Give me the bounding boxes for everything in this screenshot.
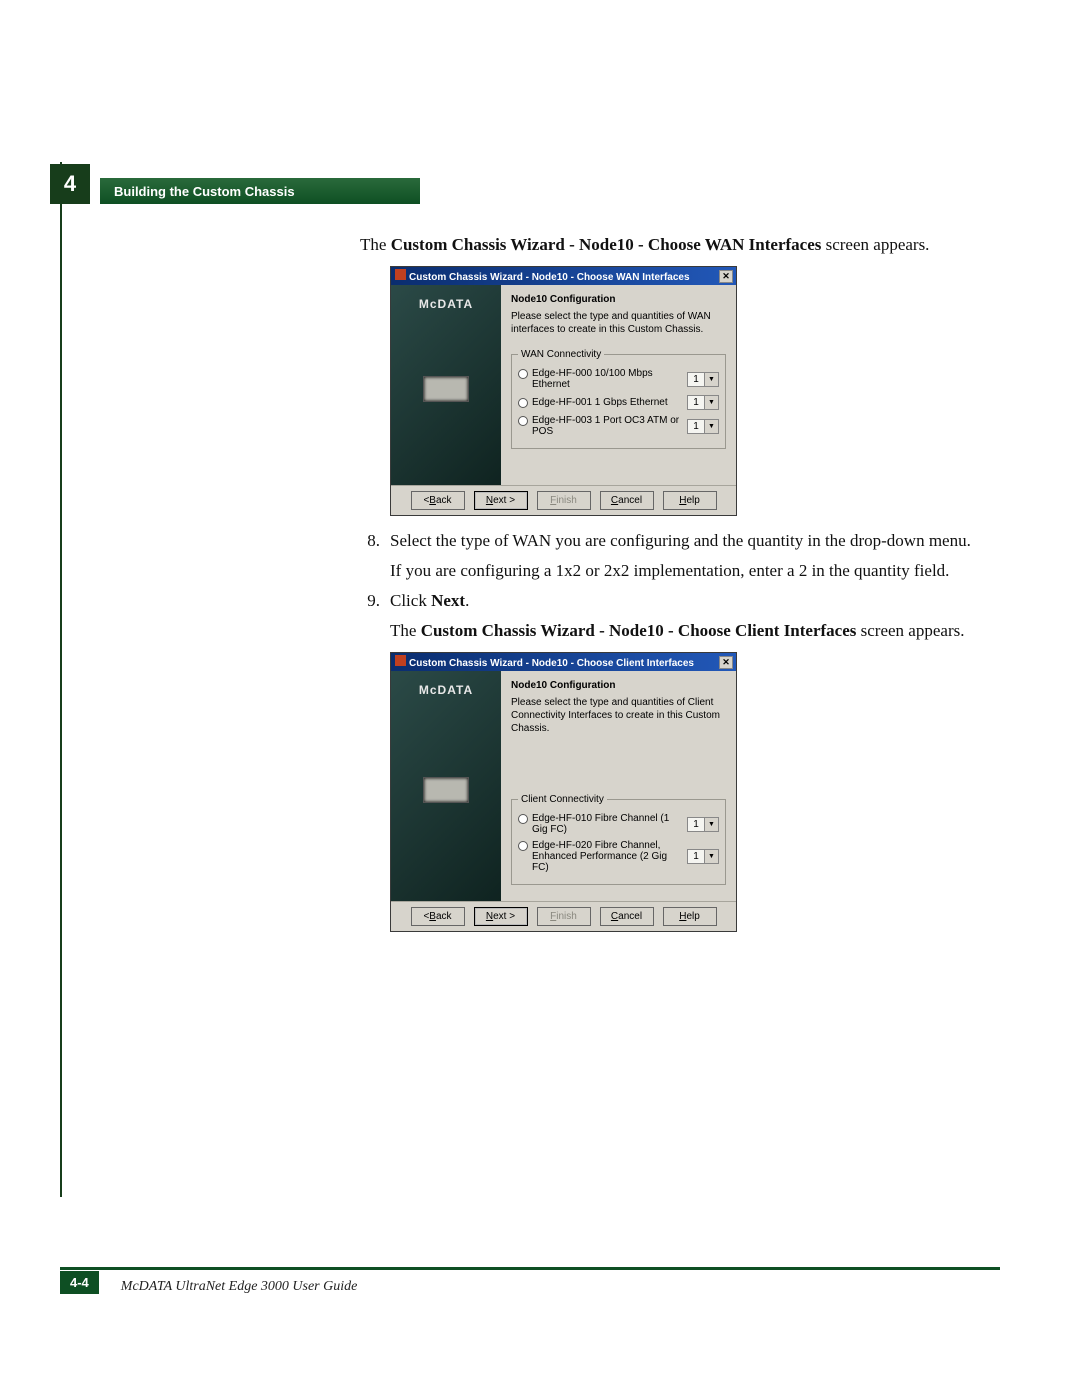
margin-rule xyxy=(60,162,62,1197)
wizard-main: Node10 Configuration Please select the t… xyxy=(501,285,736,485)
back-button[interactable]: < Back xyxy=(411,491,465,510)
fieldset-legend: Client Connectivity xyxy=(518,793,607,806)
option-label: Edge-HF-003 1 Port OC3 ATM or POS xyxy=(532,415,681,437)
step-number: 9. xyxy=(360,590,380,612)
wizard-sidebar: McDATA xyxy=(391,671,501,901)
fieldset-legend: WAN Connectivity xyxy=(518,348,604,361)
radio-button[interactable] xyxy=(518,814,528,824)
text: The xyxy=(360,235,391,254)
step-8: 8. Select the type of WAN you are config… xyxy=(360,530,1000,552)
wizard-main: Node10 Configuration Please select the t… xyxy=(501,671,736,901)
wizard-heading: Node10 Configuration xyxy=(511,293,726,306)
intro-paragraph: The Custom Chassis Wizard - Node10 - Cho… xyxy=(360,234,1000,256)
client-option-row: Edge-HF-010 Fibre Channel (1 Gig FC) 1▼ xyxy=(518,813,719,835)
wizard-button-row: < Back Next > Finish Cancel Help xyxy=(391,485,736,515)
option-label: Edge-HF-010 Fibre Channel (1 Gig FC) xyxy=(532,813,681,835)
option-label: Edge-HF-000 10/100 Mbps Ethernet xyxy=(532,368,681,390)
close-icon[interactable]: ✕ xyxy=(719,270,733,283)
radio-button[interactable] xyxy=(518,398,528,408)
document-title: McDATA UltraNet Edge 3000 User Guide xyxy=(121,1279,358,1295)
app-icon xyxy=(395,269,406,280)
mcdata-logo: McDATA xyxy=(419,683,473,699)
wizard-button-row: < Back Next > Finish Cancel Help xyxy=(391,901,736,931)
app-icon xyxy=(395,655,406,666)
mcdata-logo: McDATA xyxy=(419,297,473,313)
close-icon[interactable]: ✕ xyxy=(719,656,733,669)
quantity-input[interactable]: 1 xyxy=(687,817,705,832)
quantity-input[interactable]: 1 xyxy=(687,849,705,864)
dialog-titlebar: Custom Chassis Wizard - Node10 - Choose … xyxy=(391,653,736,671)
step-text: Select the type of WAN you are configuri… xyxy=(390,530,1000,552)
option-label: Edge-HF-020 Fibre Channel, Enhanced Perf… xyxy=(532,840,681,873)
dialog-title: Custom Chassis Wizard - Node10 - Choose … xyxy=(409,658,694,669)
intro2-paragraph: The Custom Chassis Wizard - Node10 - Cho… xyxy=(390,620,1000,642)
help-button[interactable]: Help xyxy=(663,491,717,510)
client-connectivity-fieldset: Client Connectivity Edge-HF-010 Fibre Ch… xyxy=(511,799,726,885)
text: screen appears. xyxy=(856,621,964,640)
chapter-number-tab: 4 xyxy=(50,164,90,204)
dialog-title: Custom Chassis Wizard - Node10 - Choose … xyxy=(409,272,690,283)
wizard-instructions: Please select the type and quantities of… xyxy=(511,696,726,735)
quantity-input[interactable]: 1 xyxy=(687,372,705,387)
step-note: If you are configuring a 1x2 or 2x2 impl… xyxy=(390,560,1000,582)
text: screen appears. xyxy=(821,235,929,254)
chevron-down-icon[interactable]: ▼ xyxy=(705,817,719,832)
document-page: 4 Building the Custom Chassis The Custom… xyxy=(0,0,1080,1397)
text: Click xyxy=(390,591,431,610)
button-name: Next xyxy=(431,591,465,610)
chevron-down-icon[interactable]: ▼ xyxy=(705,372,719,387)
finish-button: Finish xyxy=(537,491,591,510)
chevron-down-icon[interactable]: ▼ xyxy=(705,419,719,434)
help-button[interactable]: Help xyxy=(663,907,717,926)
step-9: 9. Click Next. xyxy=(360,590,1000,612)
text: . xyxy=(465,591,469,610)
screen-name: Custom Chassis Wizard - Node10 - Choose … xyxy=(421,621,857,640)
step-number: 8. xyxy=(360,530,380,552)
page-footer: 4-4 McDATA UltraNet Edge 3000 User Guide xyxy=(60,1267,1000,1297)
device-icon xyxy=(423,777,469,803)
page-number: 4-4 xyxy=(60,1271,99,1294)
client-option-row: Edge-HF-020 Fibre Channel, Enhanced Perf… xyxy=(518,840,719,873)
step-8-note: If you are configuring a 1x2 or 2x2 impl… xyxy=(360,560,1000,582)
back-button[interactable]: < Back xyxy=(411,907,465,926)
dialog-titlebar: Custom Chassis Wizard - Node10 - Choose … xyxy=(391,267,736,285)
wizard-instructions: Please select the type and quantities of… xyxy=(511,310,726,336)
radio-button[interactable] xyxy=(518,369,528,379)
chevron-down-icon[interactable]: ▼ xyxy=(705,849,719,864)
radio-button[interactable] xyxy=(518,841,528,851)
wan-option-row: Edge-HF-001 1 Gbps Ethernet 1▼ xyxy=(518,395,719,410)
section-title-band: Building the Custom Chassis xyxy=(100,178,420,204)
quantity-input[interactable]: 1 xyxy=(687,395,705,410)
wizard-heading: Node10 Configuration xyxy=(511,679,726,692)
next-button[interactable]: Next > xyxy=(474,907,528,926)
wizard-wan-interfaces-dialog: Custom Chassis Wizard - Node10 - Choose … xyxy=(390,266,737,516)
next-button[interactable]: Next > xyxy=(474,491,528,510)
quantity-input[interactable]: 1 xyxy=(687,419,705,434)
wan-connectivity-fieldset: WAN Connectivity Edge-HF-000 10/100 Mbps… xyxy=(511,354,726,449)
wizard-sidebar: McDATA xyxy=(391,285,501,485)
cancel-button[interactable]: Cancel xyxy=(600,491,654,510)
cancel-button[interactable]: Cancel xyxy=(600,907,654,926)
device-icon xyxy=(423,376,469,402)
option-label: Edge-HF-001 1 Gbps Ethernet xyxy=(532,397,668,408)
wizard-client-interfaces-dialog: Custom Chassis Wizard - Node10 - Choose … xyxy=(390,652,737,932)
wan-option-row: Edge-HF-000 10/100 Mbps Ethernet 1▼ xyxy=(518,368,719,390)
finish-button: Finish xyxy=(537,907,591,926)
screen-name: Custom Chassis Wizard - Node10 - Choose … xyxy=(391,235,822,254)
body-column: The Custom Chassis Wizard - Node10 - Cho… xyxy=(360,234,1000,932)
text: The xyxy=(390,621,421,640)
page-header: 4 Building the Custom Chassis xyxy=(50,160,1000,204)
step-text: Click Next. xyxy=(390,590,1000,612)
radio-button[interactable] xyxy=(518,416,528,426)
chevron-down-icon[interactable]: ▼ xyxy=(705,395,719,410)
wan-option-row: Edge-HF-003 1 Port OC3 ATM or POS 1▼ xyxy=(518,415,719,437)
